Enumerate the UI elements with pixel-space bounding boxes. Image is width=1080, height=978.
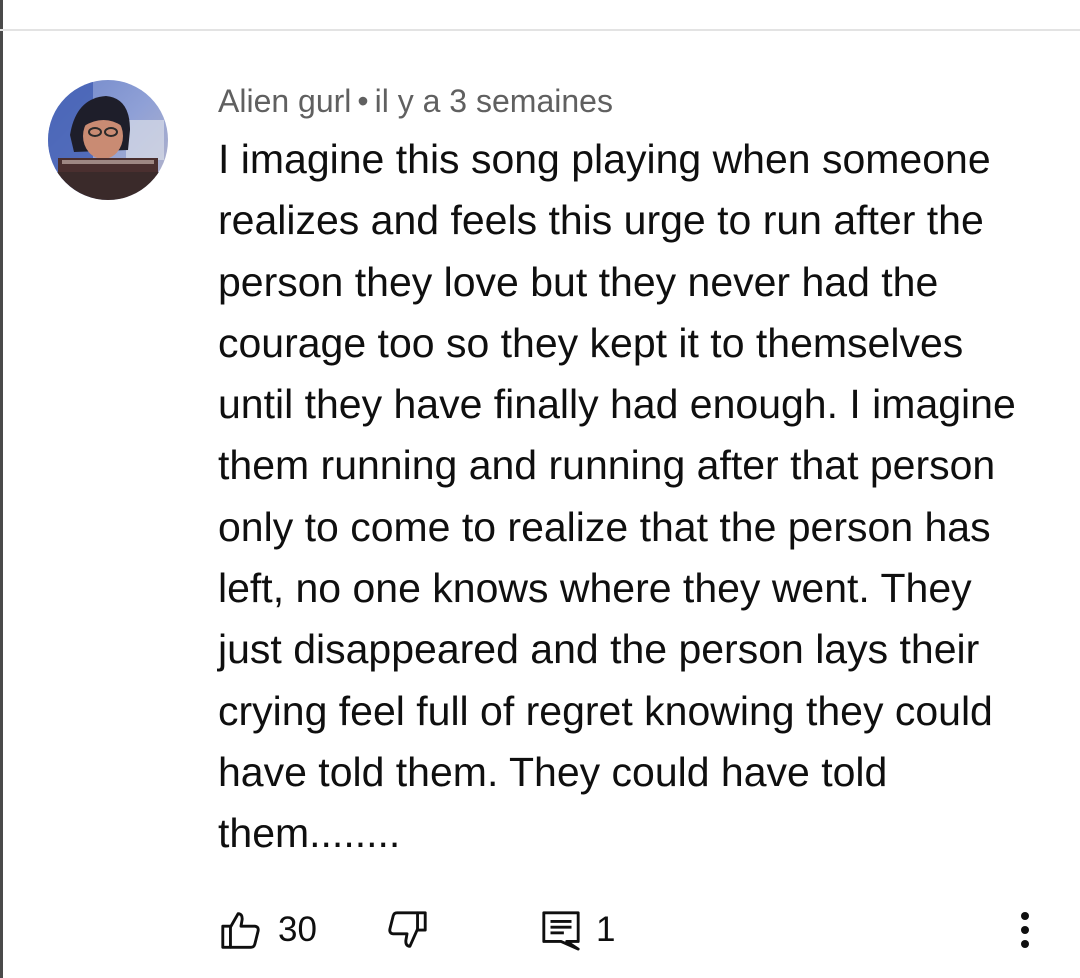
reply-count: 1 xyxy=(596,910,616,949)
top-divider xyxy=(0,29,1080,31)
thumb-down-icon xyxy=(384,907,430,953)
author-name[interactable]: Alien gurl xyxy=(218,83,351,119)
thumb-up-icon xyxy=(218,907,264,953)
more-vert-icon xyxy=(1019,910,1031,950)
comment-header: Alien gurl • il y a 3 semaines xyxy=(218,80,613,122)
dislike-button[interactable] xyxy=(384,900,430,960)
like-count: 30 xyxy=(278,910,317,949)
avatar-image xyxy=(48,80,168,200)
comment-text: I imagine this song playing when someone… xyxy=(218,136,1016,857)
comment-action-bar: 30 1 xyxy=(0,900,1080,960)
comment-timestamp: il y a 3 semaines xyxy=(374,83,613,119)
comment-reply-icon xyxy=(540,907,582,953)
separator-dot: • xyxy=(357,83,369,119)
window-left-edge xyxy=(0,0,3,978)
more-options-button[interactable] xyxy=(1008,900,1042,960)
avatar[interactable] xyxy=(48,80,168,200)
like-button[interactable]: 30 xyxy=(218,900,317,960)
reply-button[interactable]: 1 xyxy=(540,900,615,960)
